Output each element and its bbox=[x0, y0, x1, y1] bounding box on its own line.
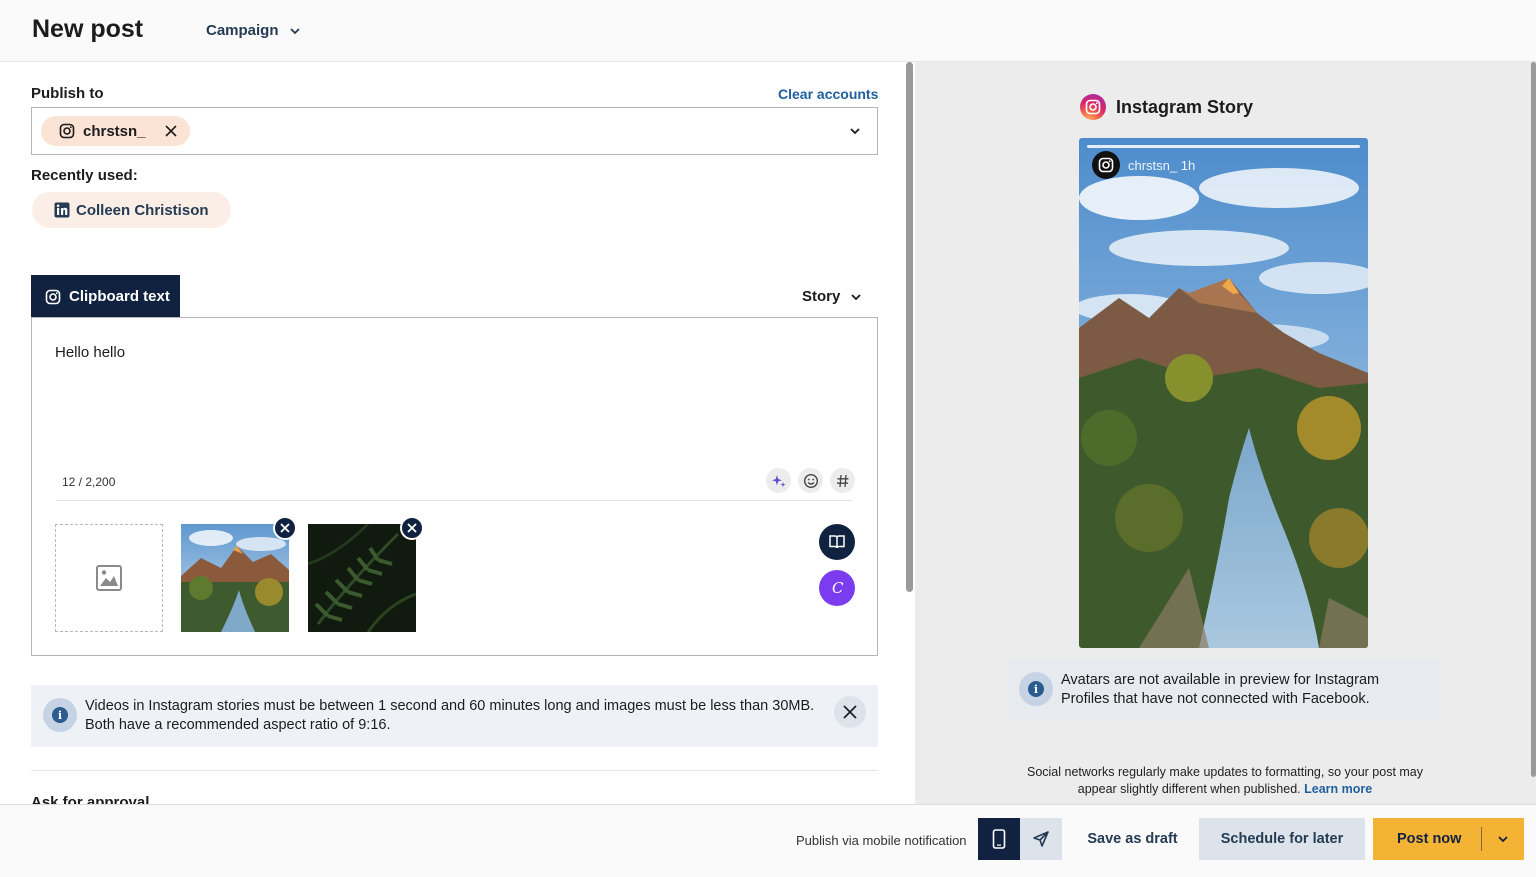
svg-text:C: C bbox=[832, 579, 844, 597]
instagram-icon bbox=[59, 123, 75, 139]
character-counter: 12 / 2,200 bbox=[62, 475, 116, 489]
image-icon bbox=[96, 565, 122, 591]
chevron-down-icon[interactable] bbox=[849, 125, 861, 137]
canva-button[interactable]: C bbox=[819, 570, 855, 606]
media-library-button[interactable] bbox=[819, 524, 855, 560]
tab-label: Clipboard text bbox=[69, 288, 170, 305]
story-user-name: chrstsn_ 1h bbox=[1128, 157, 1196, 173]
preview-scrollbar[interactable] bbox=[1531, 62, 1536, 777]
media-thumbnail-fern[interactable] bbox=[308, 524, 416, 632]
notice-text: Videos in Instagram stories must be betw… bbox=[85, 698, 815, 733]
send-icon bbox=[1033, 831, 1049, 847]
selected-account-chip: chrstsn_ bbox=[41, 116, 190, 146]
media-requirements-notice: i Videos in Instagram stories must be be… bbox=[31, 685, 878, 747]
clear-accounts-link[interactable]: Clear accounts bbox=[778, 86, 878, 102]
save-as-draft-button[interactable]: Save as draft bbox=[1077, 818, 1188, 860]
preview-title: Instagram Story bbox=[1116, 96, 1254, 117]
recent-account-chip[interactable]: Colleen Christison bbox=[32, 192, 231, 228]
footer-bar: Publish via mobile notification Save as … bbox=[0, 804, 1536, 877]
avatar-preview-note: i Avatars are not available in preview f… bbox=[1008, 660, 1440, 720]
preview-header: Instagram Story bbox=[1080, 94, 1253, 120]
emoji-icon[interactable] bbox=[798, 468, 823, 493]
post-type-dropdown[interactable]: Story bbox=[802, 288, 862, 305]
instagram-icon bbox=[1092, 151, 1120, 179]
mobile-notification-label: Publish via mobile notification bbox=[796, 833, 967, 848]
post-type-label: Story bbox=[802, 288, 841, 305]
remove-media-button[interactable] bbox=[400, 516, 424, 540]
campaign-label: Campaign bbox=[206, 22, 279, 39]
tab-clipboard-text[interactable]: Clipboard text bbox=[31, 275, 180, 318]
page-title: New post bbox=[32, 15, 144, 43]
close-icon bbox=[843, 705, 857, 719]
learn-more-link[interactable]: Learn more bbox=[1304, 782, 1372, 796]
section-divider bbox=[31, 770, 878, 771]
hashtag-icon[interactable] bbox=[830, 468, 855, 493]
media-thumbnail-canyon[interactable] bbox=[181, 524, 289, 632]
instagram-icon bbox=[45, 289, 61, 304]
avatar-note-text: Avatars are not available in preview for… bbox=[1061, 672, 1380, 707]
post-editor[interactable]: Hello hello 12 / 2,200 C bbox=[31, 317, 878, 656]
post-text[interactable]: Hello hello bbox=[55, 344, 125, 361]
chevron-down-icon bbox=[289, 27, 300, 34]
canva-icon: C bbox=[832, 579, 844, 597]
publish-direct-toggle[interactable] bbox=[1020, 818, 1062, 860]
dismiss-notice-button[interactable] bbox=[834, 696, 866, 728]
close-icon bbox=[280, 523, 290, 533]
schedule-for-later-button[interactable]: Schedule for later bbox=[1199, 818, 1365, 860]
button-separator bbox=[1481, 827, 1482, 851]
editor-tools bbox=[766, 468, 855, 493]
composer-panel: Publish to Clear accounts chrstsn_ Recen… bbox=[0, 62, 915, 804]
publish-to-label: Publish to bbox=[31, 85, 104, 102]
composer-scrollbar[interactable] bbox=[906, 62, 913, 592]
account-selector[interactable]: chrstsn_ bbox=[31, 107, 878, 155]
ai-sparkle-icon[interactable] bbox=[766, 468, 791, 493]
editor-divider bbox=[56, 500, 853, 501]
add-media-dropzone[interactable] bbox=[55, 524, 163, 632]
story-user-header: chrstsn_ 1h bbox=[1092, 151, 1195, 179]
remove-media-button[interactable] bbox=[273, 516, 297, 540]
book-icon bbox=[829, 535, 845, 549]
chevron-down-icon bbox=[851, 293, 861, 300]
info-icon: i bbox=[43, 698, 77, 732]
header: New post Campaign bbox=[0, 0, 1536, 62]
story-progress-bar bbox=[1087, 145, 1360, 148]
linkedin-icon bbox=[54, 202, 70, 218]
post-options-dropdown[interactable] bbox=[1482, 818, 1524, 860]
ask-for-approval-label: Ask for approval bbox=[31, 794, 150, 804]
recent-account-name: Colleen Christison bbox=[76, 201, 209, 219]
chevron-down-icon bbox=[1498, 836, 1508, 843]
post-now-label: Post now bbox=[1397, 831, 1462, 847]
close-icon bbox=[407, 523, 417, 533]
instagram-icon bbox=[1080, 94, 1106, 120]
mobile-icon bbox=[992, 829, 1006, 849]
formatting-disclaimer: Social networks regularly make updates t… bbox=[1015, 764, 1435, 798]
recently-used-label: Recently used: bbox=[31, 167, 138, 184]
campaign-dropdown[interactable]: Campaign bbox=[206, 22, 301, 39]
story-preview-image: chrstsn_ 1h bbox=[1079, 138, 1368, 648]
publish-mobile-toggle[interactable] bbox=[978, 818, 1020, 860]
close-icon[interactable] bbox=[164, 124, 178, 138]
info-icon: i bbox=[1019, 672, 1053, 706]
post-now-button[interactable]: Post now bbox=[1373, 818, 1524, 860]
selected-account-name: chrstsn_ bbox=[83, 122, 146, 140]
